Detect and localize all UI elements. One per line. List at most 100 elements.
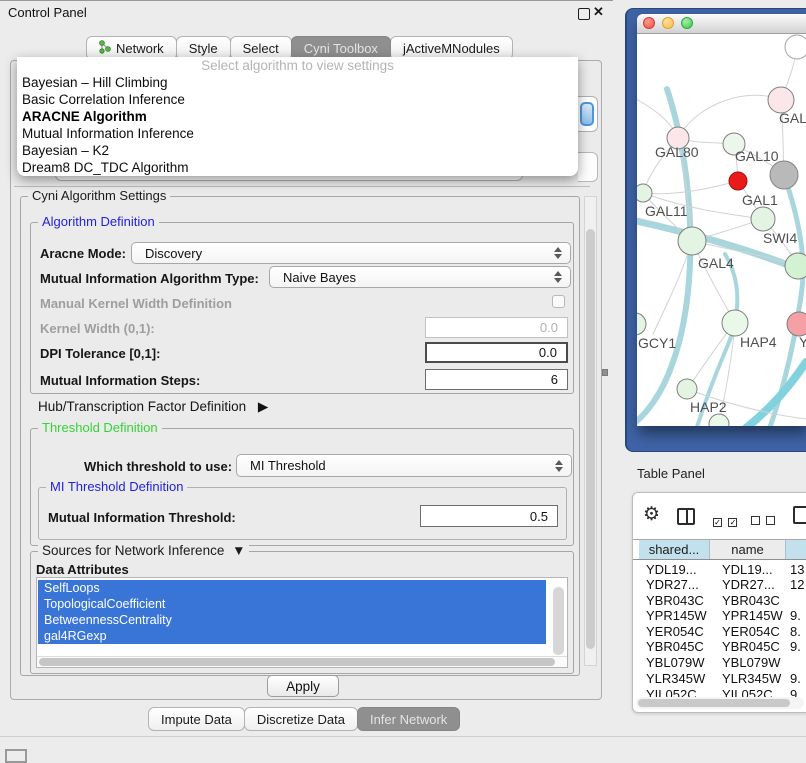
column-header-name[interactable]: name [710, 540, 786, 559]
which-threshold-combo[interactable]: MI Threshold [236, 454, 572, 477]
table-row[interactable]: 9. [790, 639, 801, 654]
list-hscrollbar-thumb[interactable] [39, 658, 555, 666]
stepper-arrows-icon [555, 460, 563, 472]
control-panel-title: Control Panel [8, 5, 87, 20]
partial-toolbar-icon[interactable] [793, 506, 806, 524]
network-window-titlebar[interactable] [637, 14, 806, 34]
table-row[interactable]: YBL079W [646, 655, 705, 670]
table-hscrollbar-thumb[interactable] [638, 699, 790, 707]
which-threshold-value: MI Threshold [250, 458, 326, 473]
node-label: GAL80 [655, 144, 699, 160]
mi-type-combo[interactable]: Naive Bayes [269, 266, 571, 288]
splitpane-handle[interactable] [602, 369, 608, 376]
network-icon [99, 40, 111, 57]
table-row[interactable]: 9. [790, 671, 801, 686]
stepper-arrows-icon [554, 247, 562, 259]
dropdown-item[interactable]: Basic Correlation Inference [17, 91, 578, 108]
dropdown-item[interactable]: Mutual Information Inference [17, 125, 578, 142]
zoom-traffic-light[interactable] [681, 17, 693, 29]
table-row[interactable]: 9 [790, 687, 797, 697]
dropdown-item[interactable]: Bayesian – Hill Climbing [17, 74, 578, 91]
node-red [729, 172, 747, 190]
node-hap4 [722, 310, 748, 336]
unchecked-columns-icon[interactable] [751, 512, 775, 530]
table-panel-title: Table Panel [637, 466, 705, 481]
table-row[interactable]: YER054C [646, 624, 704, 639]
list-hscrollbar[interactable] [37, 656, 567, 667]
data-attributes-list[interactable]: SelfLoops TopologicalCoefficient Between… [36, 577, 568, 668]
tab-jactivemnodules-label: jActiveMNodules [403, 41, 500, 56]
tab-discretize-data[interactable]: Discretize Data [244, 707, 358, 731]
table-row[interactable]: YBR043C [722, 593, 780, 608]
panel-grip[interactable] [5, 749, 27, 763]
node-swi4 [785, 253, 806, 279]
dropdown-item[interactable]: Bayesian – K2 [17, 142, 578, 159]
table-row[interactable]: YER054C [722, 624, 780, 639]
settings-vscrollbar-thumb[interactable] [586, 229, 595, 649]
table-row[interactable]: 9. [790, 608, 801, 623]
aracne-mode-combo[interactable]: Discovery [131, 242, 571, 264]
apply-button[interactable]: Apply [267, 675, 339, 697]
table-row[interactable]: 8. [790, 624, 801, 639]
focused-combo-button[interactable] [580, 102, 594, 126]
float-icon[interactable] [578, 8, 590, 20]
dpi-tolerance-label: DPI Tolerance [0,1]: [40, 346, 160, 361]
node-gal11 [637, 184, 652, 202]
gear-icon[interactable]: ⚙ [643, 505, 660, 524]
close-traffic-light[interactable] [643, 17, 655, 29]
table-row[interactable]: YDL19... [646, 562, 697, 577]
dropdown-item[interactable]: Dream8 DC_TDC Algorithm [17, 159, 578, 176]
hub-definition-expander[interactable]: Hub/Transcription Factor Definition ▶ [38, 399, 268, 415]
table-row[interactable]: YLR345W [646, 671, 705, 686]
list-vscrollbar-thumb[interactable] [553, 587, 564, 655]
node-label: SWI4 [763, 230, 797, 246]
table-row[interactable]: YPR145W [646, 608, 707, 623]
table-row[interactable]: YBR045C [722, 639, 780, 654]
kernel-width-field[interactable]: 0.0 [425, 317, 568, 338]
manual-kernel-checkbox[interactable] [552, 295, 565, 308]
table-row[interactable]: YDL19... [722, 562, 773, 577]
table-row[interactable]: 12 [790, 577, 804, 592]
collapse-down-icon[interactable]: ▼ [232, 543, 245, 558]
table-row[interactable]: YIL052C [722, 687, 773, 697]
dropdown-item-selected[interactable]: ARACNE Algorithm [17, 108, 578, 125]
table-row[interactable]: YBL079W [722, 655, 781, 670]
panel-bottom-divider [0, 736, 806, 737]
table-row[interactable]: YLR345W [722, 671, 781, 686]
node-label: GAL11 [645, 203, 688, 219]
split-columns-icon[interactable] [677, 508, 695, 525]
sources-group-title[interactable]: Sources for Network Inference ▼ [38, 543, 249, 558]
list-item[interactable]: TopologicalCoefficient [38, 596, 546, 612]
mi-steps-field[interactable]: 6 [425, 369, 568, 390]
table-row[interactable]: 13 [790, 562, 804, 577]
algorithm-dropdown-popup: Select algorithm to view settings Bayesi… [17, 57, 578, 176]
settings-vscrollbar[interactable] [584, 196, 597, 666]
list-item[interactable]: BetweennessCentrality [38, 612, 546, 628]
table-row[interactable]: YDR27... [646, 577, 699, 592]
aracne-mode-value: Discovery [145, 246, 202, 261]
manual-kernel-label: Manual Kernel Width Definition [40, 296, 232, 311]
hidden-group-line [14, 186, 590, 187]
list-item[interactable]: gal4RGexp [38, 628, 546, 644]
threshold-definition-title: Threshold Definition [38, 420, 162, 435]
mi-threshold-field[interactable]: 0.5 [420, 505, 558, 527]
checked-columns-icon[interactable]: ✓ ✓ [713, 512, 737, 530]
algorithm-definition-title: Algorithm Definition [38, 214, 159, 229]
table-row[interactable]: YBR045C [646, 639, 704, 654]
node-bottom [709, 414, 729, 426]
tab-impute-data[interactable]: Impute Data [148, 707, 245, 731]
list-item[interactable]: SelfLoops [38, 580, 546, 596]
dpi-tolerance-field[interactable]: 0.0 [425, 342, 568, 363]
close-icon[interactable]: ✕ [593, 4, 604, 20]
table-row[interactable]: YBR043C [646, 593, 704, 608]
column-header-shared-name[interactable]: shared... [639, 540, 710, 559]
column-header-partial[interactable] [786, 540, 806, 559]
minimize-traffic-light[interactable] [662, 17, 674, 29]
table-row[interactable]: YPR145W [722, 608, 783, 623]
tab-infer-network[interactable]: Infer Network [357, 707, 460, 731]
table-row[interactable]: YIL052C [646, 687, 697, 697]
table-hscrollbar[interactable] [636, 697, 804, 709]
sources-title-text: Sources for Network Inference [42, 543, 224, 558]
table-row[interactable]: YDR27... [722, 577, 775, 592]
expand-right-icon[interactable]: ▶ [258, 399, 268, 414]
